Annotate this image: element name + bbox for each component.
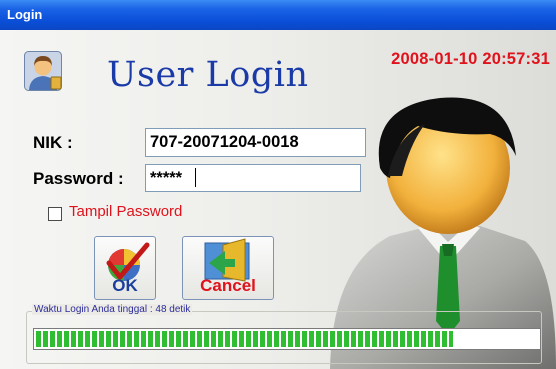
text-caret [195,168,196,187]
password-input[interactable] [145,164,361,192]
current-datetime: 2008-01-10 20:57:31 [391,50,550,68]
show-password-label[interactable]: Tampil Password [69,203,182,220]
login-timer-label: Waktu Login Anda tinggal : 48 detik [32,304,193,315]
ok-button[interactable]: OK [94,236,156,300]
login-window: Login User Login 2008-01-10 20:57:31 NIK… [0,0,556,369]
login-timer-progress [33,328,541,350]
nik-label: NIK : [33,133,73,152]
ok-button-label: OK [112,276,138,295]
window-title: Login [7,7,43,22]
cancel-button-label: Cancel [200,276,256,295]
cancel-button[interactable]: Cancel [182,236,274,300]
show-password-checkbox[interactable] [48,207,62,221]
title-bar[interactable]: Login [0,0,556,30]
password-label: Password : [33,169,124,188]
login-timer-progress-fill [36,331,453,347]
client-area: User Login 2008-01-10 20:57:31 NIK: 707… [0,30,556,369]
page-title: User Login [107,55,309,95]
user-avatar-icon [24,51,62,91]
nik-input[interactable] [145,128,366,157]
